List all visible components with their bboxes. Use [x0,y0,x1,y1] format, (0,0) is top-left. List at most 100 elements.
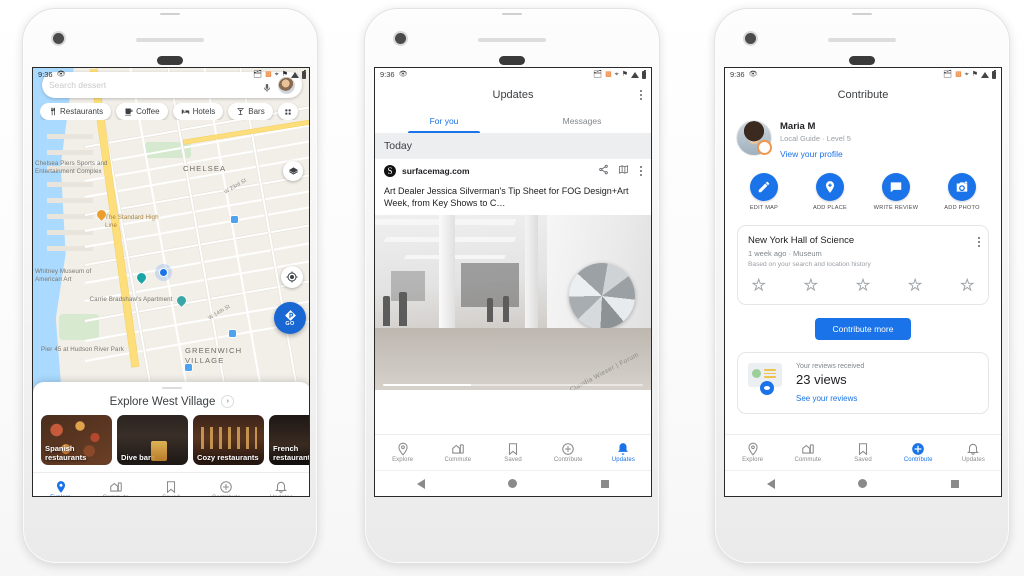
star-1[interactable]: ★ [752,278,766,294]
map-pin-standard[interactable] [95,208,108,222]
feed-overflow-menu-icon[interactable] [639,166,642,176]
card-overflow-menu-icon[interactable] [977,237,980,247]
tab-messages[interactable]: Messages [513,109,651,133]
feed-source-row[interactable]: S surfacemag.com [375,159,651,183]
map-pin-carrie-bradshaw[interactable] [175,294,188,308]
transit-station-icon-1[interactable] [231,216,238,223]
map-view[interactable]: Chelsea Piers Sports and Entertainment C… [33,68,309,472]
nav-tab-contribute[interactable]: Contribute [541,442,596,463]
contribute-more-button[interactable]: Contribute more [814,318,912,340]
chip-coffee[interactable]: Coffee [116,103,168,120]
search-input-placeholder[interactable]: Search dessert [49,80,256,90]
star-5[interactable]: ★ [960,278,974,294]
avatar[interactable] [737,121,772,155]
nav-tab-updates[interactable]: Updates [596,442,651,463]
reviews-views-card[interactable]: Your reviews received 23 views See your … [737,352,989,414]
phone1-front-camera-icon [53,33,64,44]
transit-station-icon-3[interactable] [185,364,192,371]
microphone-icon[interactable] [262,80,272,92]
sheet-header[interactable]: Explore West Village › [33,395,309,409]
map-label-carrie-bradshaw: Carrie Bradshaw's Apartment [89,296,173,303]
bookmark-icon [506,442,520,456]
phone1-bottom-nav[interactable]: Explore Commute Saved Contribute Updates [33,472,309,496]
nav-tab-updates[interactable]: Updates [254,480,309,496]
contribute-actions[interactable]: EDIT MAP ADD PLACE WRITE REVIEW ADD PHOT… [725,159,1001,211]
publisher-name[interactable]: surfacemag.com [402,166,592,176]
map-pin-whitney[interactable] [135,271,148,285]
system-back-button[interactable] [416,478,425,489]
map-icon[interactable] [618,162,629,180]
nav-tab-commute[interactable]: Commute [88,480,143,496]
action-add-place[interactable]: ADD PLACE [802,173,858,211]
go-button[interactable]: GO [274,302,306,334]
profile-block[interactable]: Maria M Local Guide · Level 5 View your … [725,109,1001,159]
nav-tab-label: Contribute [212,495,241,496]
battery-icon [302,69,306,79]
phone3-system-nav[interactable] [725,470,1001,496]
nav-tab-explore[interactable]: Explore [33,480,88,496]
updates-tabs[interactable]: For you Messages [375,109,651,133]
see-your-reviews-link[interactable]: See your reviews [796,394,864,403]
chip-hotels[interactable]: Hotels [172,103,224,120]
add-place-pin-icon [816,173,844,201]
overflow-menu-icon[interactable] [639,90,642,100]
phone2-bottom-nav[interactable]: Explore Commute Saved Contribute Updates [375,434,651,470]
phone2-system-nav[interactable] [375,470,651,496]
rating-place-meta: 1 week ago · Museum [748,249,822,258]
chip-restaurants[interactable]: Restaurants [40,103,112,120]
wifi-icon [631,71,639,78]
bell-icon [616,442,630,456]
system-recents-button[interactable] [601,479,610,488]
explore-card[interactable]: French restaurants [269,415,309,466]
battery-icon [642,69,646,79]
share-icon[interactable] [598,162,609,180]
explore-card[interactable]: Dive bars [117,415,188,466]
star-2[interactable]: ★ [804,278,818,294]
plus-circle-icon [911,442,925,456]
system-home-button[interactable] [858,479,868,488]
nav-tab-explore[interactable]: Explore [725,442,780,463]
action-write-review[interactable]: WRITE REVIEW [868,173,924,211]
explore-card[interactable]: Spanish restaurants [41,415,112,466]
explore-card-carousel[interactable]: Spanish restaurants Dive bars Cozy resta… [33,408,309,466]
image-progress-bar[interactable] [383,384,643,387]
action-edit-map[interactable]: EDIT MAP [736,173,792,211]
rating-prompt-card[interactable]: New York Hall of Science 1 week ago · Mu… [737,225,989,305]
nav-tab-commute[interactable]: Commute [430,442,485,463]
tab-for-you[interactable]: For you [375,109,513,133]
article-headline[interactable]: Art Dealer Jessica Silverman's Tip Sheet… [375,183,651,216]
nav-tab-explore[interactable]: Explore [375,442,430,463]
map-label-pier-45: Pier 45 at Hudson River Park [41,346,124,353]
transit-station-icon-2[interactable] [229,330,236,337]
nav-tab-saved[interactable]: Saved [143,480,198,496]
chip-more[interactable] [277,103,298,120]
nav-tab-saved[interactable]: Saved [485,442,540,463]
my-location-button[interactable] [281,266,303,288]
map-label-standard-high-line: The Standard High Line [105,214,159,229]
star-rating-input[interactable]: ★ ★ ★ ★ ★ [748,278,978,294]
system-back-button[interactable] [766,478,775,489]
phone3-front-camera-icon [745,33,756,44]
chip-bars[interactable]: Bars [228,103,273,120]
system-recents-button[interactable] [951,479,960,488]
action-add-photo[interactable]: ADD PHOTO [934,173,990,211]
chevron-right-icon[interactable]: › [221,395,235,409]
nav-tab-contribute[interactable]: Contribute [199,480,254,496]
nav-tab-saved[interactable]: Saved [835,442,890,463]
phone3-bottom-nav[interactable]: Explore Commute Saved Contribute Updates [725,434,1001,470]
rating-place-name: New York Hall of Science [748,235,855,246]
nav-tab-updates[interactable]: Updates [946,442,1001,463]
star-3[interactable]: ★ [856,278,870,294]
map-layers-button[interactable] [283,161,303,181]
star-4[interactable]: ★ [908,278,922,294]
nav-tab-contribute[interactable]: Contribute [891,442,946,463]
category-chips[interactable]: Restaurants Coffee Hotels Bars [40,103,309,120]
explore-card[interactable]: Cozy restaurants [193,415,264,466]
explore-bottom-sheet[interactable]: Explore West Village › Spanish restauran… [33,382,309,472]
view-profile-link[interactable]: View your profile [780,149,851,159]
system-home-button[interactable] [508,479,518,488]
nav-tab-commute[interactable]: Commute [780,442,835,463]
sheet-drag-handle[interactable] [162,387,182,390]
article-image[interactable]: Claudia Wieser | Forum [375,215,651,391]
action-label: ADD PHOTO [944,205,980,211]
